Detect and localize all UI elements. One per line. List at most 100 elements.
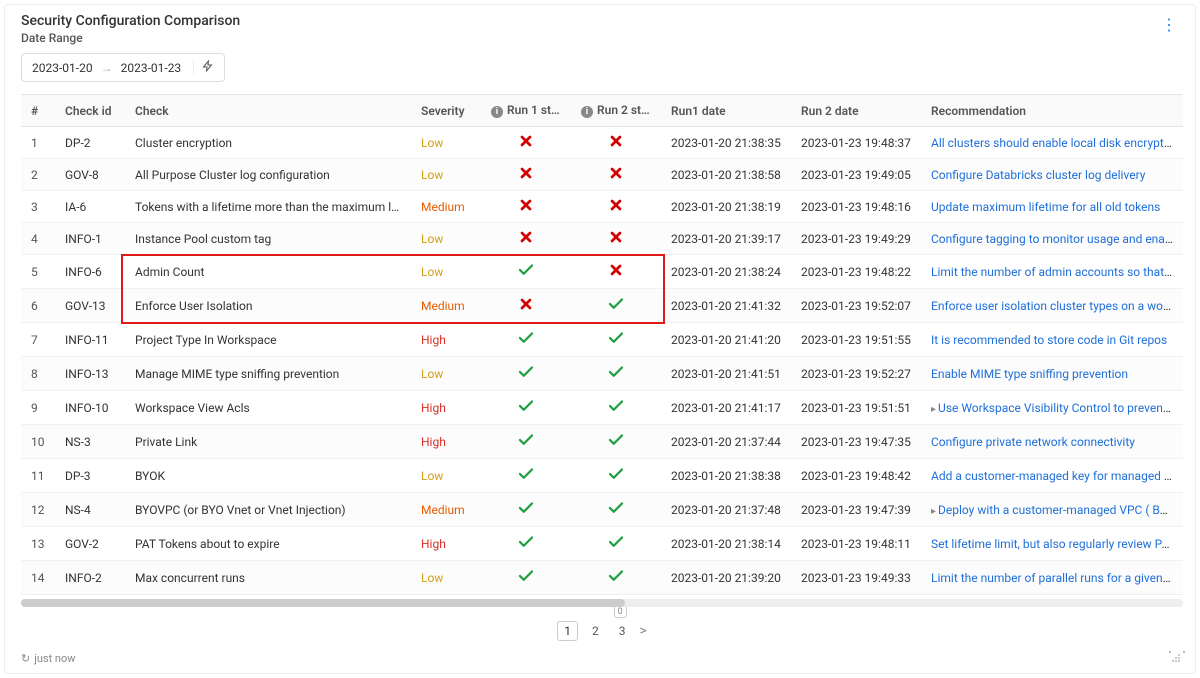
- cell-checkid: NS-4: [55, 493, 125, 527]
- more-options-icon[interactable]: ⋮: [1155, 13, 1183, 36]
- cell-run2-date: 2023-01-23 19:49:29: [791, 223, 921, 255]
- cell-run2-status: [571, 323, 661, 357]
- refresh-bolt-icon[interactable]: [193, 60, 214, 75]
- table-wrap: # Check id Check Severity iRun 1 statu i…: [21, 94, 1183, 595]
- cell-run2-status: [571, 223, 661, 255]
- fail-icon: [518, 301, 534, 315]
- cell-recommendation[interactable]: Enforce user isolation cluster types on …: [921, 289, 1183, 323]
- cell-run2-date: 2023-01-23 19:49:33: [791, 561, 921, 595]
- pass-icon: [607, 404, 625, 418]
- cell-check: Project Type In Workspace: [125, 323, 411, 357]
- cell-run1-date: 2023-01-20 21:41:17: [661, 391, 791, 425]
- cell-rownum: 5: [21, 255, 55, 289]
- fail-icon: [518, 170, 534, 184]
- cell-recommendation[interactable]: Add a customer-managed key for managed s…: [921, 459, 1183, 493]
- cell-rownum: 14: [21, 561, 55, 595]
- cell-run2-status: [571, 425, 661, 459]
- table-row[interactable]: 14INFO-2Max concurrent runsLow2023-01-20…: [21, 561, 1183, 595]
- col-severity[interactable]: Severity: [411, 95, 481, 127]
- expand-caret-icon[interactable]: ▸: [931, 506, 936, 517]
- table-row[interactable]: 2GOV-8All Purpose Cluster log configurat…: [21, 159, 1183, 191]
- resize-handle-icon[interactable]: [1169, 651, 1183, 665]
- cell-run2-status: [571, 391, 661, 425]
- table-row[interactable]: 1DP-2Cluster encryptionLow2023-01-20 21:…: [21, 127, 1183, 159]
- cell-checkid: NS-3: [55, 425, 125, 459]
- cell-run1-date: 2023-01-20 21:41:51: [661, 357, 791, 391]
- cell-run2-status: [571, 357, 661, 391]
- page-number[interactable]: 1: [557, 621, 578, 641]
- cell-check: Manage MIME type sniffing prevention: [125, 357, 411, 391]
- cell-checkid: DP-3: [55, 459, 125, 493]
- cell-recommendation[interactable]: Limit the number of parallel runs for a …: [921, 561, 1183, 595]
- cell-check: BYOK: [125, 459, 411, 493]
- pass-icon: [607, 370, 625, 384]
- cell-run2-status: [571, 493, 661, 527]
- table-row[interactable]: 10NS-3Private LinkHigh2023-01-20 21:37:4…: [21, 425, 1183, 459]
- cell-run2-status: [571, 561, 661, 595]
- cell-check: Admin Count: [125, 255, 411, 289]
- next-page-icon[interactable]: >: [639, 623, 646, 639]
- cell-recommendation[interactable]: It is recommended to store code in Git r…: [921, 323, 1183, 357]
- pass-icon: [607, 472, 625, 486]
- pass-icon: [517, 540, 535, 554]
- date-range-picker[interactable]: 2023-01-20 → 2023-01-23: [21, 53, 225, 82]
- table-row[interactable]: 9INFO-10Workspace View AclsHigh2023-01-2…: [21, 391, 1183, 425]
- cell-run1-status: [481, 561, 571, 595]
- cell-rownum: 9: [21, 391, 55, 425]
- cell-run1-date: 2023-01-20 21:37:48: [661, 493, 791, 527]
- cell-run1-status: [481, 159, 571, 191]
- cell-recommendation[interactable]: Configure Databricks cluster log deliver…: [921, 159, 1183, 191]
- cell-recommendation[interactable]: Update maximum lifetime for all old toke…: [921, 191, 1183, 223]
- col-run2-date[interactable]: Run 2 date: [791, 95, 921, 127]
- expand-caret-icon[interactable]: ▸: [931, 404, 936, 415]
- cell-rownum: 10: [21, 425, 55, 459]
- cell-run1-date: 2023-01-20 21:38:35: [661, 127, 791, 159]
- cell-rownum: 12: [21, 493, 55, 527]
- cell-recommendation[interactable]: Configure private network connectivity: [921, 425, 1183, 459]
- fail-icon: [518, 234, 534, 248]
- table-row[interactable]: 6GOV-13Enforce User IsolationMedium2023-…: [21, 289, 1183, 323]
- table-row[interactable]: 3IA-6Tokens with a lifetime more than th…: [21, 191, 1183, 223]
- col-recommendation[interactable]: Recommendation: [921, 95, 1183, 127]
- cell-run1-date: 2023-01-20 21:38:19: [661, 191, 791, 223]
- pass-icon: [607, 574, 625, 588]
- table-row[interactable]: 13GOV-2PAT Tokens about to expireHigh202…: [21, 527, 1183, 561]
- cell-run1-date: 2023-01-20 21:37:44: [661, 425, 791, 459]
- table-row[interactable]: 12NS-4BYOVPC (or BYO Vnet or Vnet Inject…: [21, 493, 1183, 527]
- col-run1-date[interactable]: Run1 date: [661, 95, 791, 127]
- col-check[interactable]: Check: [125, 95, 411, 127]
- cell-checkid: INFO-10: [55, 391, 125, 425]
- fail-icon: [608, 138, 624, 152]
- last-refresh[interactable]: ↻just now: [21, 652, 76, 665]
- cell-recommendation[interactable]: ▸Deploy with a customer-managed VPC ( BY…: [921, 493, 1183, 527]
- cell-recommendation[interactable]: Enable MIME type sniffing prevention: [921, 357, 1183, 391]
- table-row[interactable]: 8INFO-13Manage MIME type sniffing preven…: [21, 357, 1183, 391]
- cell-recommendation[interactable]: Set lifetime limit, but also regularly r…: [921, 527, 1183, 561]
- cell-rownum: 6: [21, 289, 55, 323]
- col-run1-status[interactable]: iRun 1 statu: [481, 95, 571, 127]
- cell-run1-status: [481, 223, 571, 255]
- cell-severity: High: [411, 425, 481, 459]
- cell-check: PAT Tokens about to expire: [125, 527, 411, 561]
- cell-recommendation[interactable]: Configure tagging to monitor usage and e…: [921, 223, 1183, 255]
- page-number[interactable]: 2: [586, 622, 605, 640]
- page-number[interactable]: 3: [613, 622, 632, 640]
- col-num[interactable]: #: [21, 95, 55, 127]
- table-row[interactable]: 11DP-3BYOKLow2023-01-20 21:38:382023-01-…: [21, 459, 1183, 493]
- table-row[interactable]: 5INFO-6Admin CountLow2023-01-20 21:38:24…: [21, 255, 1183, 289]
- cell-recommendation[interactable]: All clusters should enable local disk en…: [921, 127, 1183, 159]
- col-checkid[interactable]: Check id: [55, 95, 125, 127]
- table-row[interactable]: 7INFO-11Project Type In WorkspaceHigh202…: [21, 323, 1183, 357]
- table-row[interactable]: 4INFO-1Instance Pool custom tagLow2023-0…: [21, 223, 1183, 255]
- arrow-right-icon: →: [101, 61, 113, 75]
- pass-icon: [517, 574, 535, 588]
- cell-run1-date: 2023-01-20 21:38:38: [661, 459, 791, 493]
- fail-icon: [608, 170, 624, 184]
- cell-checkid: INFO-2: [55, 561, 125, 595]
- cell-recommendation[interactable]: ▸Use Workspace Visibility Control to pre…: [921, 391, 1183, 425]
- scroll-thumb[interactable]: [21, 599, 625, 607]
- col-run2-status[interactable]: iRun 2 statu: [571, 95, 661, 127]
- panel: Security Configuration Comparison Date R…: [4, 4, 1196, 674]
- cell-recommendation[interactable]: Limit the number of admin accounts so th…: [921, 255, 1183, 289]
- horizontal-scrollbar[interactable]: 0: [21, 599, 1183, 607]
